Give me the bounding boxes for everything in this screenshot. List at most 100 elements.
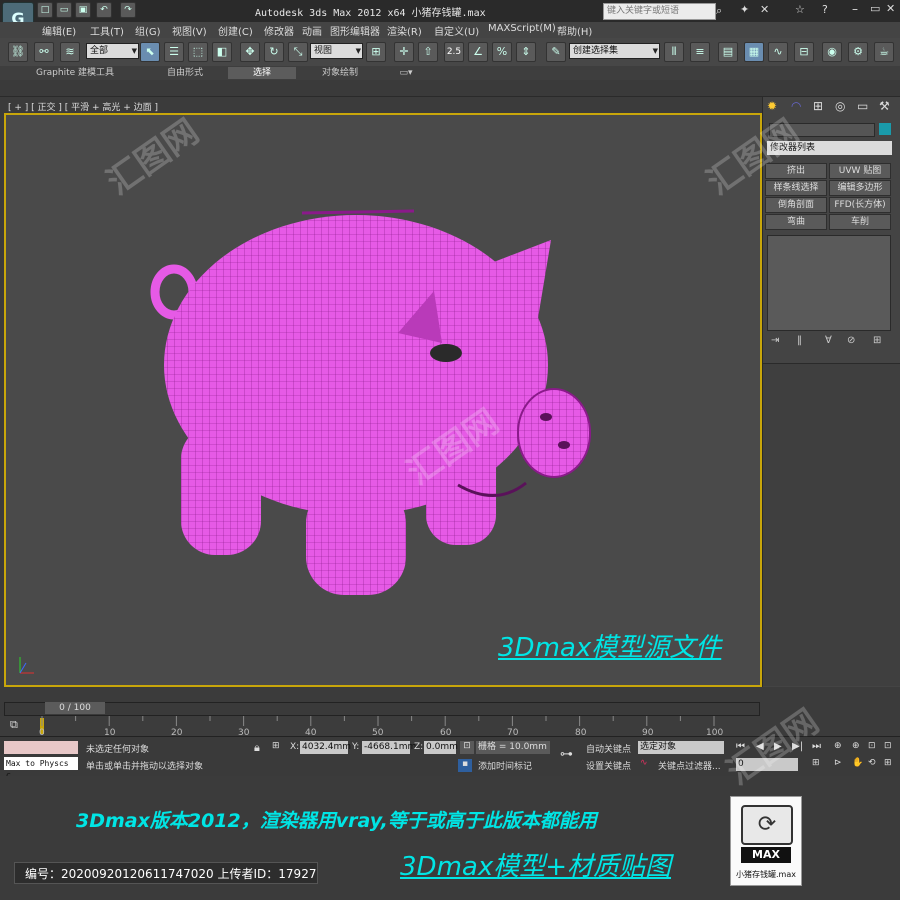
- modifier-bend-button[interactable]: 弯曲: [765, 214, 827, 230]
- modifier-edit-poly-button[interactable]: 编辑多边形: [829, 180, 891, 196]
- display-tab-icon[interactable]: ▭: [857, 99, 868, 113]
- configure-sets-icon[interactable]: ⊞: [873, 335, 881, 346]
- key-filters-button[interactable]: 关键点过滤器...: [658, 759, 721, 772]
- key-selection-dropdown[interactable]: 选定对象: [638, 741, 724, 754]
- zoom-extents-icon[interactable]: ⊡: [868, 741, 876, 751]
- menu-edit[interactable]: 编辑(E): [42, 23, 76, 38]
- add-time-tag-button[interactable]: 添加时间标记: [478, 759, 532, 772]
- pin-stack-icon[interactable]: ⇥: [771, 335, 779, 346]
- minimize-icon[interactable]: –: [852, 2, 858, 16]
- maximize-icon[interactable]: ▭: [870, 2, 880, 15]
- menu-graph-editors[interactable]: 图形编辑器: [330, 23, 380, 38]
- named-selection-dropdown[interactable]: 创建选择集: [569, 43, 660, 59]
- search-icon[interactable]: ⌕: [716, 4, 722, 18]
- zoom-extents-all-icon[interactable]: ⊡: [884, 741, 892, 751]
- modifier-spline-select-button[interactable]: 样条线选择: [765, 180, 827, 196]
- layer-manager-icon[interactable]: ▤: [718, 42, 738, 62]
- save-file-icon[interactable]: ▣: [75, 2, 91, 18]
- ribbon-options-icon[interactable]: ▭▾: [396, 67, 416, 79]
- x-coord-field[interactable]: 4032.4mm: [300, 741, 351, 754]
- modifier-bevel-profile-button[interactable]: 倒角剖面: [765, 197, 827, 213]
- menu-customize[interactable]: 自定义(U): [434, 23, 479, 38]
- maximize-viewport-icon[interactable]: ⊞: [884, 758, 892, 768]
- selection-filter-dropdown[interactable]: 全部: [86, 43, 139, 59]
- motion-tab-icon[interactable]: ◎: [835, 99, 845, 113]
- tab-graphite[interactable]: Graphite 建模工具: [10, 67, 140, 79]
- pivot-icon[interactable]: ⊞: [366, 42, 386, 62]
- redo-icon[interactable]: ↷: [120, 2, 136, 18]
- schematic-view-icon[interactable]: ⊟: [794, 42, 814, 62]
- time-tag-icon[interactable]: ▪: [458, 759, 472, 772]
- unlink-icon[interactable]: ⚯: [34, 42, 54, 62]
- zoom-icon[interactable]: ⊕: [834, 741, 842, 751]
- modify-tab-icon[interactable]: ◠: [791, 99, 801, 113]
- render-setup-icon[interactable]: ⚙: [848, 42, 868, 62]
- help-search-input[interactable]: 键入关键字或短语: [603, 3, 716, 20]
- rect-selection-icon[interactable]: ⬚: [188, 42, 208, 62]
- modifier-uvw-button[interactable]: UVW 贴图: [829, 163, 891, 179]
- maxscript-mini-listener[interactable]: Max to Physcs C: [4, 757, 78, 781]
- key-filter-icon[interactable]: ∿: [640, 758, 648, 768]
- z-coord-field[interactable]: 0.0mm: [424, 741, 458, 754]
- absolute-mode-icon[interactable]: ⊡: [460, 741, 474, 754]
- tab-freeform[interactable]: 自由形式: [150, 67, 220, 79]
- pan-icon[interactable]: ✋: [852, 758, 863, 768]
- menu-views[interactable]: 视图(V): [172, 23, 207, 38]
- angle-snap-icon[interactable]: ∠: [468, 42, 488, 62]
- set-key-button[interactable]: 设置关键点: [586, 759, 631, 772]
- open-file-icon[interactable]: ▭: [56, 2, 72, 18]
- new-file-icon[interactable]: □: [37, 2, 53, 18]
- menu-animation[interactable]: 动画: [302, 23, 322, 38]
- orbit-icon[interactable]: ⟲: [868, 758, 876, 768]
- graphite-toggle-icon[interactable]: ▦: [744, 42, 764, 62]
- y-coord-field[interactable]: -4668.1mm: [362, 741, 416, 754]
- viewport-perspective[interactable]: 3Dmax模型源文件: [4, 113, 762, 687]
- modifier-ffd-button[interactable]: FFD(长方体): [829, 197, 891, 213]
- reference-coord-dropdown[interactable]: 视图: [310, 43, 363, 59]
- time-config-icon[interactable]: ⊞: [812, 758, 820, 768]
- menu-rendering[interactable]: 渲染(R): [387, 23, 422, 38]
- transform-mode-icon[interactable]: ⊞: [272, 741, 280, 751]
- snap-toggle-icon[interactable]: 2.5: [444, 42, 464, 62]
- spinner-snap-icon[interactable]: ⇕: [516, 42, 536, 62]
- subscription-icon[interactable]: ✦: [740, 3, 749, 16]
- modifier-stack-list[interactable]: [767, 235, 891, 331]
- undo-icon[interactable]: ↶: [96, 2, 112, 18]
- hierarchy-tab-icon[interactable]: ⊞: [813, 99, 823, 113]
- menu-maxscript[interactable]: MAXScript(M): [488, 23, 556, 34]
- select-object-icon[interactable]: ⬉: [140, 42, 160, 62]
- selection-lock-icon[interactable]: 🔒︎: [254, 741, 260, 755]
- zoom-all-icon[interactable]: ⊕: [852, 741, 860, 751]
- key-mode-icon[interactable]: ⊶: [560, 747, 573, 762]
- menu-create[interactable]: 创建(C): [218, 23, 253, 38]
- close-icon[interactable]: ✕: [886, 2, 895, 15]
- edit-named-selection-icon[interactable]: ✎: [546, 42, 566, 62]
- auto-key-button[interactable]: 自动关键点: [586, 742, 631, 755]
- align-icon[interactable]: ≡: [690, 42, 710, 62]
- show-end-result-icon[interactable]: ‖: [797, 335, 802, 346]
- render-icon[interactable]: ☕: [874, 42, 894, 62]
- tab-object-paint[interactable]: 对象绘制: [305, 67, 375, 79]
- viewport-label[interactable]: [ + ] [ 正交 ] [ 平滑 + 高光 + 边面 ]: [8, 100, 158, 113]
- material-editor-icon[interactable]: ◉: [822, 42, 842, 62]
- rotate-icon[interactable]: ↻: [264, 42, 284, 62]
- maxscript-listener-field[interactable]: [4, 741, 78, 754]
- scale-icon[interactable]: ⤡: [288, 42, 308, 62]
- bind-space-warp-icon[interactable]: ≋: [60, 42, 80, 62]
- tab-selection[interactable]: 选择: [228, 67, 296, 79]
- window-crossing-icon[interactable]: ◧: [212, 42, 232, 62]
- menu-help[interactable]: 帮助(H): [557, 23, 592, 38]
- select-manipulate-icon[interactable]: ✛: [394, 42, 414, 62]
- move-icon[interactable]: ✥: [240, 42, 260, 62]
- object-color-swatch[interactable]: [879, 123, 891, 135]
- menu-tools[interactable]: 工具(T): [90, 23, 124, 38]
- help-icon[interactable]: ?: [822, 3, 828, 16]
- curve-editor-icon[interactable]: ∿: [768, 42, 788, 62]
- track-bar[interactable]: ⧉ 0 10 20 30 40 50 60 70 80 90 100: [0, 716, 760, 738]
- link-icon[interactable]: ⛓: [8, 42, 28, 62]
- menu-modifiers[interactable]: 修改器: [264, 23, 294, 38]
- menu-group[interactable]: 组(G): [135, 23, 161, 38]
- favorites-icon[interactable]: ☆: [795, 3, 805, 16]
- make-unique-icon[interactable]: ∀: [825, 335, 832, 346]
- mirror-icon[interactable]: ⫴: [664, 42, 684, 62]
